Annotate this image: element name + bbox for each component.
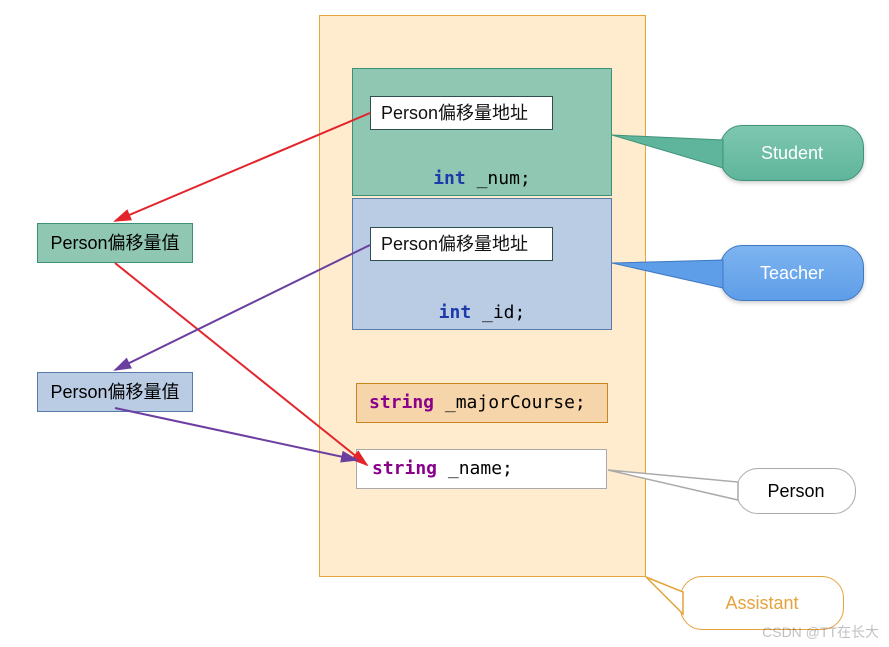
- teacher-addr-box: Person偏移量地址: [370, 227, 553, 261]
- student-field-type: int: [433, 168, 466, 189]
- student-field: int _num;: [352, 168, 612, 189]
- teacher-field-type: int: [439, 302, 472, 323]
- callout-student: Student: [720, 125, 864, 181]
- teacher-field-name: _id;: [482, 302, 525, 323]
- watermark: CSDN @TT在长大: [762, 622, 879, 642]
- callout-person: Person: [736, 468, 856, 514]
- name-type: string: [372, 458, 437, 479]
- teacher-field: int _id;: [352, 302, 612, 323]
- major-type: string: [369, 392, 434, 413]
- name-box: string _name;: [356, 449, 607, 489]
- student-addr-box: Person偏移量地址: [370, 96, 553, 130]
- major-course-box: string _majorCourse;: [356, 383, 608, 423]
- callout-teacher: Teacher: [720, 245, 864, 301]
- offset-value-1: Person偏移量值: [37, 223, 193, 263]
- name-name: _name;: [448, 458, 513, 479]
- major-name: _majorCourse;: [445, 392, 586, 413]
- student-field-name: _num;: [477, 168, 531, 189]
- offset-value-2: Person偏移量值: [37, 372, 193, 412]
- diagram-stage: Person偏移量地址 int _num; Person偏移量地址 int _i…: [0, 0, 889, 647]
